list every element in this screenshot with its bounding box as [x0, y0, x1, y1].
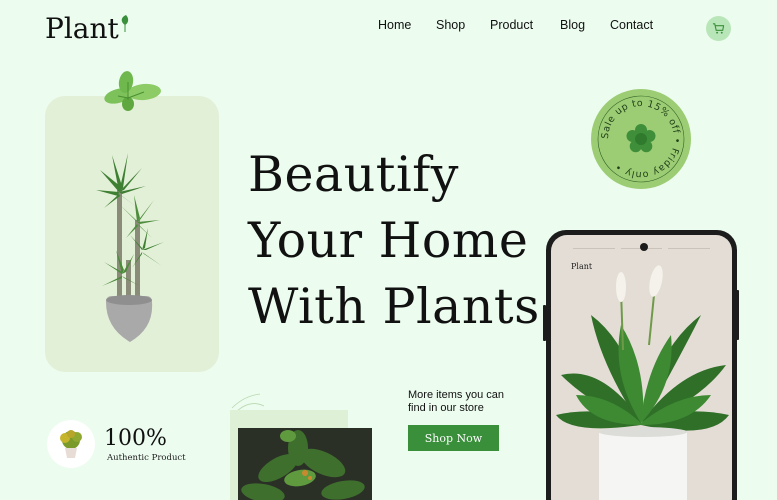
phone-screen: Plant — [551, 235, 732, 500]
cart-icon — [712, 23, 725, 34]
mint-leaf-image — [104, 71, 161, 111]
hero-title-line-3: With Plants — [248, 278, 540, 335]
phone-app-logo: Plant — [571, 262, 593, 271]
promo-text-line-2: find in our store — [408, 402, 484, 414]
brand-name: Plant — [45, 12, 119, 45]
hero-title-line-1: Beautify — [248, 146, 459, 203]
nav-contact[interactable]: Contact — [610, 18, 653, 32]
hero-title: Beautify Your Home With Plants — [248, 142, 540, 340]
peace-lily-image — [556, 265, 729, 500]
promo-text: More items you can find in our store — [408, 389, 504, 415]
stat-value: 100% — [104, 426, 167, 451]
leaf-icon — [121, 15, 128, 32]
promo-text-line-1: More items you can — [408, 389, 504, 401]
authentic-product-thumbnail — [47, 420, 95, 468]
phone-camera — [640, 243, 648, 251]
tropical-plant-image — [238, 428, 372, 500]
nav-shop[interactable]: Shop — [436, 18, 465, 32]
nav-home[interactable]: Home — [378, 18, 411, 32]
sale-badge: Sale up to 15% off • Friday only • — [591, 89, 691, 189]
stat-label: Authentic Product — [107, 453, 186, 463]
yucca-plant-image — [96, 153, 164, 342]
small-plant-icon — [60, 430, 82, 458]
shop-now-button[interactable]: Shop Now — [408, 425, 499, 451]
nav-blog[interactable]: Blog — [560, 18, 585, 32]
hero-title-line-2: Your Home — [248, 212, 529, 269]
nav-product[interactable]: Product — [490, 18, 533, 32]
brand-logo[interactable]: Plant — [45, 12, 130, 45]
phone-mockup: Plant — [546, 230, 737, 500]
cart-button[interactable] — [706, 16, 731, 41]
